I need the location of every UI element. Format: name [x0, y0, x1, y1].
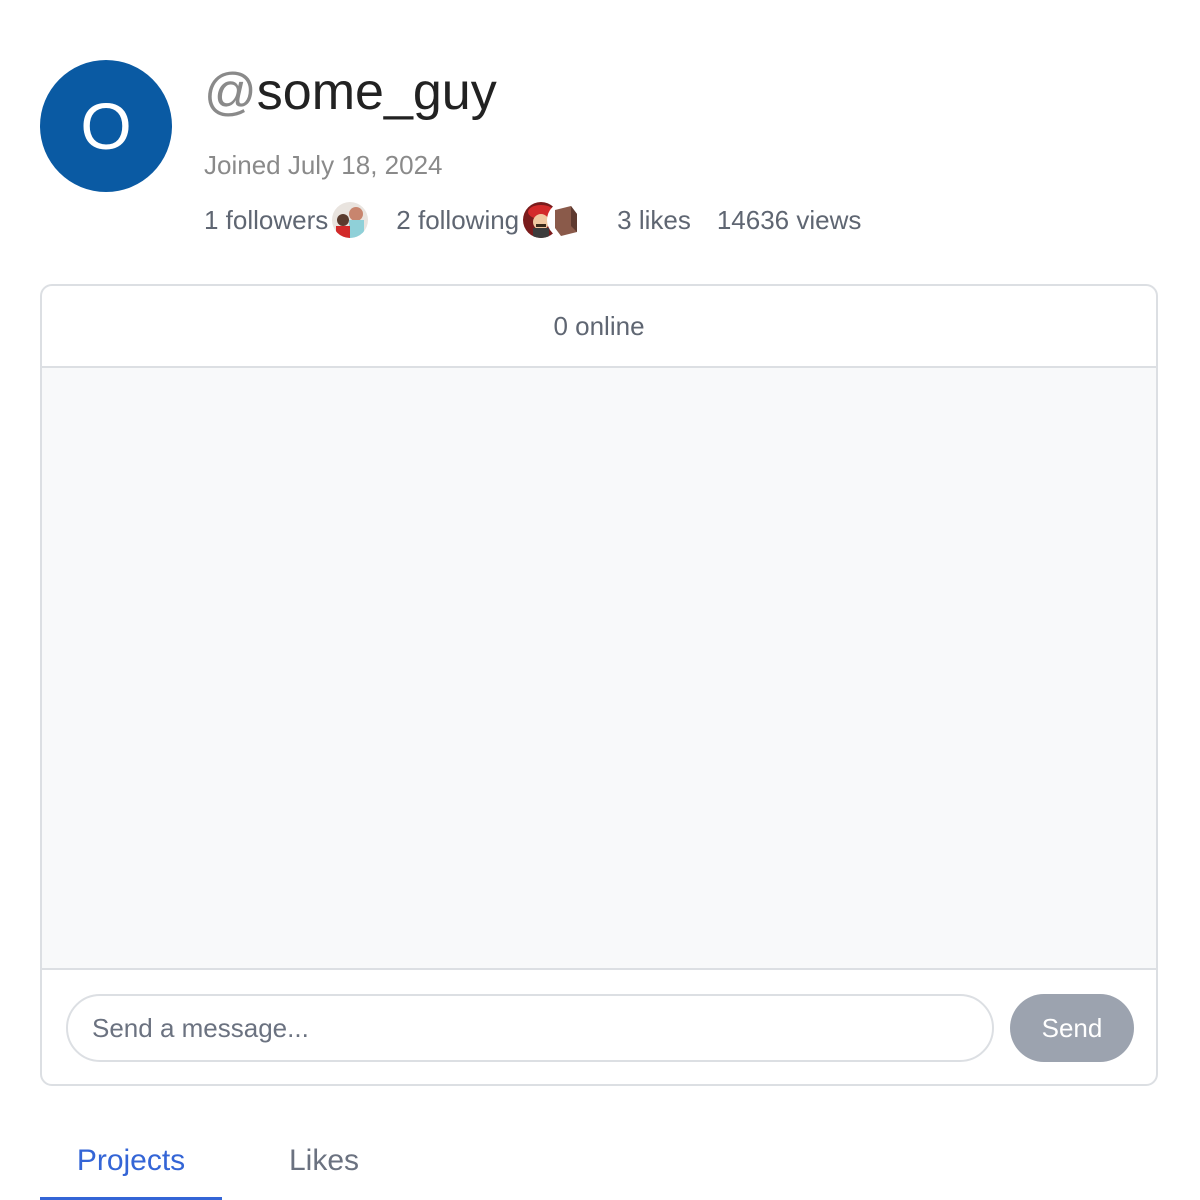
views-stat: 14636 views	[717, 205, 862, 236]
profile-stats: 1 followers 2 following 3 likes 14636 vi…	[204, 200, 861, 240]
following-avatars	[523, 202, 584, 238]
username: some_guy	[256, 63, 497, 121]
following-stat[interactable]: 2 following	[396, 202, 584, 238]
avatar: O	[40, 60, 172, 192]
tab-projects[interactable]: Projects	[40, 1126, 222, 1200]
avatar-initial: O	[80, 89, 132, 163]
follower-avatar-icon[interactable]	[332, 202, 369, 238]
profile-page: O @some_guy Joined July 18, 2024 1 follo…	[0, 0, 1200, 1200]
profile-tabs: Projects Likes	[40, 1126, 426, 1200]
online-count: 0 online	[553, 310, 645, 341]
message-input[interactable]	[66, 994, 994, 1062]
tab-likes[interactable]: Likes	[222, 1126, 426, 1200]
followers-label: 1 followers	[204, 204, 329, 235]
followers-avatars	[332, 202, 369, 238]
likes-label: 3 likes	[617, 204, 691, 235]
likes-stat: 3 likes	[617, 205, 691, 236]
chat-panel: 0 online Send	[40, 284, 1158, 1086]
followers-stat[interactable]: 1 followers	[204, 202, 369, 238]
chat-input-row: Send	[42, 970, 1156, 1084]
page-title: @some_guy	[204, 60, 497, 124]
following-label: 2 following	[396, 204, 520, 235]
username-at-sign: @	[204, 63, 257, 121]
following-avatar-icon[interactable]	[547, 202, 584, 238]
views-label: 14636 views	[716, 204, 862, 235]
chat-header: 0 online	[42, 286, 1156, 368]
chat-messages-area[interactable]	[42, 368, 1156, 970]
joined-date: Joined July 18, 2024	[204, 150, 443, 180]
send-button[interactable]: Send	[1010, 994, 1134, 1062]
